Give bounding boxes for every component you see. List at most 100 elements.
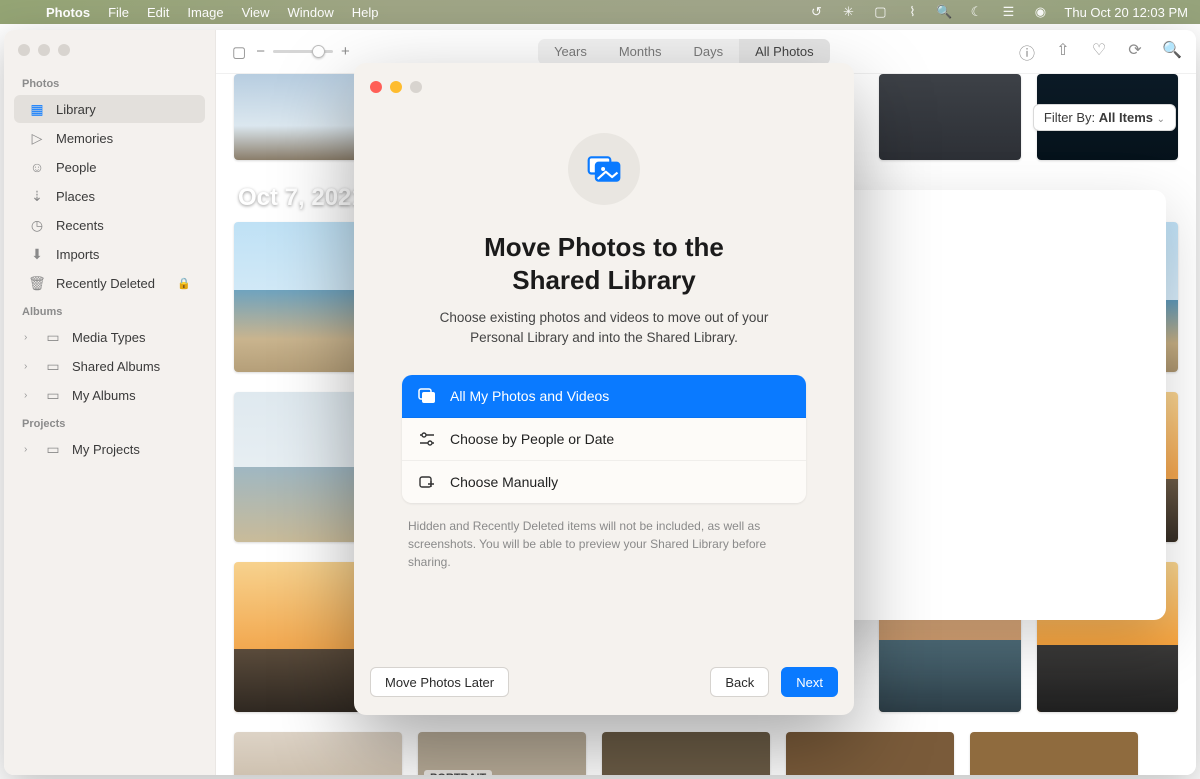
sidebar-item-my-projects[interactable]: › ▭ My Projects: [14, 435, 205, 463]
menubar-item-view[interactable]: View: [242, 5, 270, 20]
zoom-out-icon[interactable]: −: [256, 43, 265, 60]
menubar-item-image[interactable]: Image: [187, 5, 223, 20]
timemachine-icon[interactable]: ↺: [808, 4, 824, 20]
sidebar-item-recently-deleted[interactable]: 🗑 Recently Deleted 🔒: [14, 269, 205, 297]
sheet-subtitle: Choose existing photos and videos to mov…: [419, 308, 789, 347]
traffic-max[interactable]: [58, 44, 70, 56]
traffic-max: [410, 81, 422, 93]
photo-thumb[interactable]: [970, 732, 1138, 775]
shared-library-icon: [568, 133, 640, 205]
sidebar-item-label: Places: [56, 189, 95, 204]
imports-icon: ⬇: [28, 245, 46, 263]
segment-all-photos[interactable]: All Photos: [739, 39, 830, 65]
trash-icon: 🗑: [28, 274, 46, 292]
sidebar-item-label: People: [56, 160, 96, 175]
sidebar-item-label: Library: [56, 102, 96, 117]
sidebar-item-recents[interactable]: ◷ Recents: [14, 211, 205, 239]
option-manually[interactable]: Choose Manually: [402, 461, 806, 503]
sidebar-item-label: My Projects: [72, 442, 140, 457]
chevron-right-icon: ›: [24, 332, 34, 343]
photo-thumb[interactable]: [234, 732, 402, 775]
traffic-close[interactable]: [18, 44, 30, 56]
macos-menubar: Photos File Edit Image View Window Help …: [0, 0, 1200, 24]
photo-thumb[interactable]: [602, 732, 770, 775]
zoom-slider[interactable]: − +: [256, 43, 350, 60]
sidebar-item-library[interactable]: ▦ Library: [14, 95, 205, 123]
favorite-icon[interactable]: ♡: [1090, 40, 1108, 64]
option-all-photos[interactable]: All My Photos and Videos: [402, 375, 806, 418]
memories-icon: ▷: [28, 129, 46, 147]
next-button[interactable]: Next: [781, 667, 838, 697]
search-icon[interactable]: 🔍: [1162, 40, 1180, 64]
back-button[interactable]: Back: [710, 667, 769, 697]
folder-icon: ▭: [44, 357, 62, 375]
control-center-icon[interactable]: ☰: [1000, 4, 1016, 20]
siri-icon[interactable]: ◉: [1032, 4, 1048, 20]
option-label: All My Photos and Videos: [450, 388, 609, 404]
library-icon: ▦: [28, 100, 46, 118]
move-options-list: All My Photos and Videos Choose by Peopl…: [402, 375, 806, 503]
sidebar-item-imports[interactable]: ⬇ Imports: [14, 240, 205, 268]
portrait-badge: PORTRAIT: [424, 770, 492, 775]
sidebar-item-label: Media Types: [72, 330, 145, 345]
menubar-item-file[interactable]: File: [108, 5, 129, 20]
sidebar-item-places[interactable]: ⇣ Places: [14, 182, 205, 210]
menubar-item-edit[interactable]: Edit: [147, 5, 169, 20]
segment-years[interactable]: Years: [538, 39, 603, 65]
segment-months[interactable]: Months: [603, 39, 678, 65]
share-icon[interactable]: ⇧: [1054, 40, 1072, 64]
sidebar-item-my-albums[interactable]: › ▭ My Albums: [14, 381, 205, 409]
people-icon: ☺: [28, 158, 46, 176]
folder-icon: ▭: [44, 440, 62, 458]
menubar-item-help[interactable]: Help: [352, 5, 379, 20]
option-label: Choose by People or Date: [450, 431, 614, 447]
photo-thumb[interactable]: [879, 74, 1020, 160]
sidebar-item-people[interactable]: ☺ People: [14, 153, 205, 181]
menubar-item-window[interactable]: Window: [288, 5, 334, 20]
traffic-close[interactable]: [370, 81, 382, 93]
sidebar-item-label: Memories: [56, 131, 113, 146]
traffic-min[interactable]: [390, 81, 402, 93]
sidebar-heading-albums: Albums: [4, 298, 215, 322]
sidebar: Photos ▦ Library ▷ Memories ☺ People ⇣ P…: [4, 30, 216, 775]
wifi-icon[interactable]: ⌇: [904, 4, 920, 20]
filter-menu[interactable]: Filter By: All Items ⌄: [1033, 104, 1176, 131]
places-icon: ⇣: [28, 187, 46, 205]
bluetooth-icon[interactable]: ✳: [840, 4, 856, 20]
sheet-title: Move Photos to the Shared Library: [402, 231, 806, 296]
window-traffic-lights[interactable]: [4, 36, 215, 70]
menubar-app-name[interactable]: Photos: [46, 5, 90, 20]
info-icon[interactable]: ⓘ: [1018, 40, 1036, 64]
menubar-clock[interactable]: Thu Oct 20 12:03 PM: [1064, 5, 1188, 20]
sidebar-item-label: Recently Deleted: [56, 276, 155, 291]
zoom-in-icon[interactable]: +: [341, 43, 350, 60]
sidebar-item-shared-albums[interactable]: › ▭ Shared Albums: [14, 352, 205, 380]
sidebar-item-label: Shared Albums: [72, 359, 160, 374]
filter-value: All Items: [1099, 110, 1153, 125]
filter-label: Filter By:: [1044, 110, 1095, 125]
battery-icon[interactable]: ▢: [872, 4, 888, 20]
rotate-icon[interactable]: ⟳: [1126, 40, 1144, 64]
photo-thumb[interactable]: PORTRAIT: [418, 732, 586, 775]
folder-icon: ▭: [44, 386, 62, 404]
move-later-button[interactable]: Move Photos Later: [370, 667, 509, 697]
aspect-icon[interactable]: ▢: [232, 43, 246, 61]
folder-icon: ▭: [44, 328, 62, 346]
sidebar-heading-projects: Projects: [4, 410, 215, 434]
select-icon: [418, 473, 436, 491]
photo-thumb[interactable]: [786, 732, 954, 775]
spotlight-icon[interactable]: 🔍: [936, 4, 952, 20]
lock-icon: 🔒: [177, 277, 191, 290]
sheet-traffic-lights[interactable]: [370, 81, 806, 109]
dnd-icon[interactable]: ☾: [968, 4, 984, 20]
sidebar-item-memories[interactable]: ▷ Memories: [14, 124, 205, 152]
sidebar-item-label: Imports: [56, 247, 99, 262]
traffic-min[interactable]: [38, 44, 50, 56]
sidebar-item-media-types[interactable]: › ▭ Media Types: [14, 323, 205, 351]
option-label: Choose Manually: [450, 474, 558, 490]
sidebar-item-label: Recents: [56, 218, 104, 233]
segment-days[interactable]: Days: [677, 39, 739, 65]
photos-stack-icon: [418, 387, 436, 405]
chevron-right-icon: ›: [24, 361, 34, 372]
option-people-date[interactable]: Choose by People or Date: [402, 418, 806, 461]
